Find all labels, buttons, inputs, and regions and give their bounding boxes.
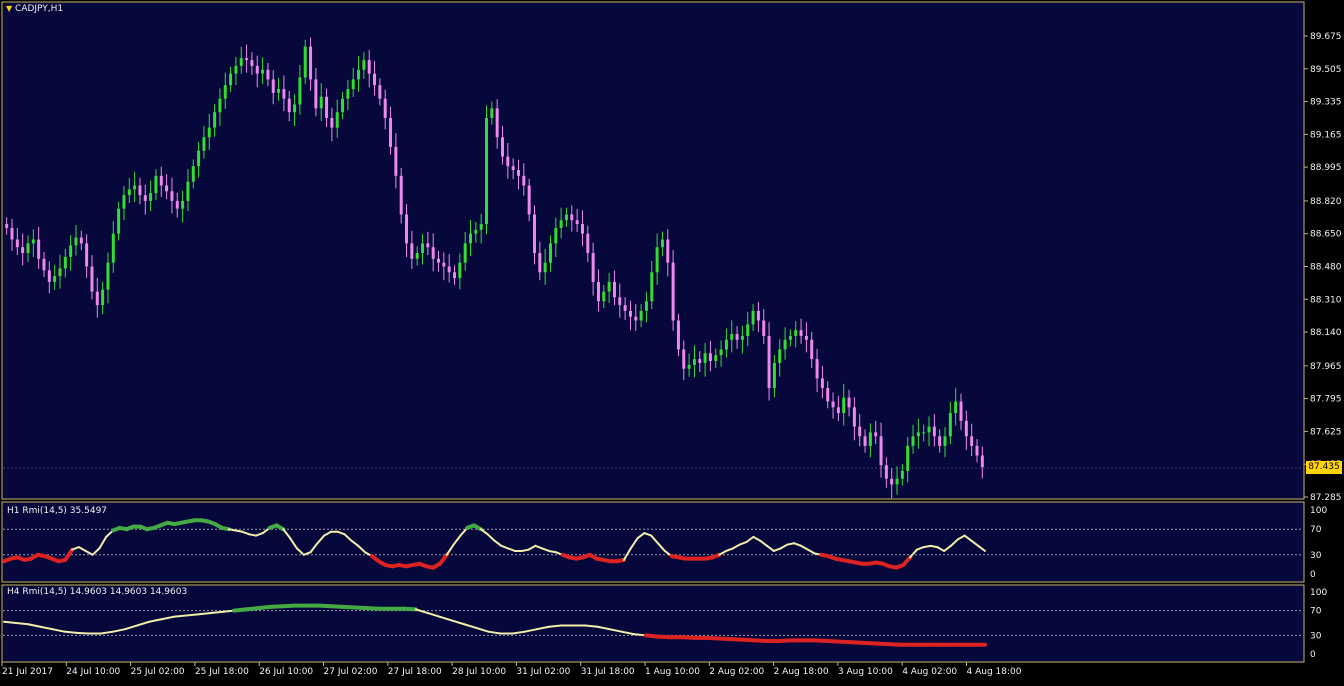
time-label: 31 Jul 02:00	[516, 667, 570, 677]
price-label: 88.995	[1310, 163, 1342, 173]
rmi-segment	[196, 612, 211, 616]
time-label: 25 Jul 18:00	[195, 667, 249, 677]
rmi-segment	[520, 548, 530, 552]
level-label: 70	[1310, 525, 1322, 535]
price-label: 89.335	[1310, 98, 1342, 108]
level-label: 0	[1310, 570, 1316, 580]
price-label: 89.675	[1310, 32, 1342, 42]
rmi-segment	[615, 557, 626, 564]
rmi-segment	[248, 533, 258, 537]
symbol-title-text: CADJPY,H1	[15, 4, 64, 14]
rmi-segment	[786, 542, 796, 546]
rmi-h4-title: H4 Rmi(14,5) 14.9603 14.9603 14.9603	[7, 587, 188, 597]
time-label: 4 Aug 18:00	[967, 667, 1022, 677]
rmi-segment	[548, 624, 563, 628]
price-label: 87.285	[1310, 493, 1342, 503]
price-label: 88.480	[1310, 263, 1342, 273]
price-label: 88.650	[1310, 230, 1342, 240]
price-label: 87.965	[1310, 362, 1342, 372]
level-label: 100	[1310, 506, 1327, 516]
current-price-tag: 87.435	[1306, 461, 1342, 474]
price-label: 88.310	[1310, 295, 1342, 305]
time-label: 25 Jul 02:00	[131, 667, 185, 677]
time-label: 27 Jul 02:00	[324, 667, 378, 677]
rmi-segment	[584, 624, 599, 628]
rmi-segment	[401, 606, 418, 612]
price-label: 88.140	[1310, 328, 1342, 338]
price-label: 89.505	[1310, 65, 1342, 75]
time-label: 28 Jul 10:00	[452, 667, 506, 677]
time-label: 27 Jul 18:00	[388, 667, 442, 677]
level-label: 0	[1310, 650, 1316, 660]
time-label: 31 Jul 18:00	[581, 667, 635, 677]
candle	[485, 105, 489, 235]
symbol-title[interactable]: ▼ CADJPY,H1	[6, 4, 63, 14]
price-label: 87.795	[1310, 395, 1342, 405]
time-label: 24 Jul 10:00	[66, 667, 120, 677]
level-label: 70	[1310, 607, 1322, 617]
time-label: 1 Aug 10:00	[645, 667, 700, 677]
level-label: 30	[1310, 551, 1322, 561]
price-label: 89.165	[1310, 130, 1342, 140]
time-label: 3 Aug 10:00	[838, 667, 893, 677]
time-label: 26 Jul 10:00	[259, 667, 313, 677]
rmi-segment	[75, 631, 90, 635]
terminal-window: 89.675 89.505 89.335 89.165 88.995 88.820 88.6…	[0, 0, 1344, 682]
rmi-segment	[929, 544, 939, 549]
rmi-segment	[15, 622, 30, 626]
dropdown-triangle-icon[interactable]: ▼	[6, 4, 12, 13]
level-label: 30	[1310, 631, 1322, 641]
rmi-segment	[63, 630, 78, 634]
rmi-segment	[710, 552, 722, 560]
rmi-segment	[922, 544, 932, 549]
rmi-segment	[172, 614, 187, 618]
time-label: 2 Aug 18:00	[774, 667, 829, 677]
rmi-segment	[548, 549, 557, 554]
chart-canvas: 89.675 89.505 89.335 89.165 88.995 88.820 88.6…	[0, 0, 1344, 682]
rmi-segment	[184, 613, 199, 617]
rmi-segment	[234, 529, 244, 533]
price-label: 88.820	[1310, 197, 1342, 207]
rmi-h4-panel[interactable]	[1, 584, 1305, 663]
time-label: 2 Aug 02:00	[709, 667, 764, 677]
time-label: 21 Jul 2017	[2, 667, 53, 677]
rmi-segment	[227, 528, 237, 532]
rmi-segment	[208, 610, 223, 615]
price-label: 87.625	[1310, 427, 1342, 437]
main-price-panel[interactable]	[1, 1, 1305, 500]
price-axis: 89.675 89.505 89.335 89.165 88.995 88.820 88.6…	[1304, 32, 1342, 503]
rmi-h1-panel[interactable]	[1, 501, 1305, 583]
time-label: 4 Aug 02:00	[902, 667, 957, 677]
rmi-segment	[3, 620, 18, 624]
level-label: 100	[1310, 588, 1327, 598]
rmi-segment	[220, 525, 231, 532]
rmi-h1-title: H1 Rmi(14,5) 35.5497	[7, 506, 108, 516]
